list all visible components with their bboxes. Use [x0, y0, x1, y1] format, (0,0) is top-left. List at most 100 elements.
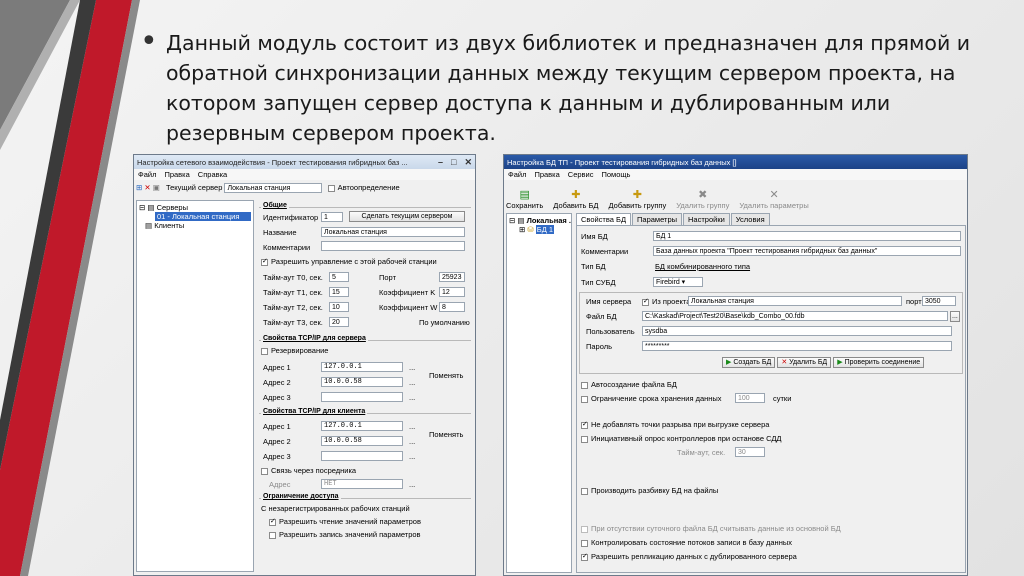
server-name-select[interactable]: Локальная станция: [688, 296, 902, 306]
control-streams-checkbox[interactable]: [581, 539, 588, 547]
tab-conditions[interactable]: Условия: [730, 213, 770, 225]
server-tree: ⊟ ▤ Серверы 01 - Локальная станция ▤ Кли…: [136, 200, 254, 572]
server-address1-browse[interactable]: ...: [409, 363, 415, 372]
field-label: Пользователь: [586, 327, 635, 336]
make-current-button[interactable]: Сделать текущим сервером: [349, 211, 465, 222]
port-field[interactable]: 25923: [439, 272, 465, 282]
client-address2-browse[interactable]: ...: [409, 437, 415, 446]
menu-help[interactable]: Справка: [198, 170, 227, 179]
maximize-icon[interactable]: □: [451, 157, 456, 168]
create-db-button[interactable]: ▶ Создать БД: [722, 357, 776, 368]
field-label: Инициативный опрос контроллеров при оста…: [581, 434, 782, 446]
t1-field[interactable]: 15: [329, 287, 349, 297]
read-from-main-checkbox[interactable]: [581, 525, 588, 533]
tab-parameters[interactable]: Параметры: [632, 213, 683, 225]
field-label: Пароль: [586, 342, 613, 351]
current-server-select[interactable]: Локальная станция: [224, 183, 323, 194]
client-address1-field[interactable]: 127.0.0.1: [321, 421, 403, 431]
client-address1-browse[interactable]: ...: [409, 422, 415, 431]
server-address1-field[interactable]: 127.0.0.1: [321, 362, 403, 372]
t2-field[interactable]: 10: [329, 302, 349, 312]
no-break-points-checkbox[interactable]: [581, 420, 588, 429]
comment-field[interactable]: [321, 241, 465, 251]
check-connection-button[interactable]: ▶ Проверить соединение: [833, 357, 925, 368]
menu-edit[interactable]: Правка: [534, 170, 559, 179]
name-field[interactable]: Локальная станция: [321, 227, 465, 237]
delete-db-button[interactable]: ✕ Удалить БД: [777, 357, 832, 368]
menu-edit[interactable]: Правка: [164, 170, 189, 179]
t3-field[interactable]: 20: [329, 317, 349, 327]
network-icon[interactable]: ⊞: [136, 183, 142, 192]
tab-db-properties[interactable]: Свойства БД: [576, 213, 632, 225]
proxy-address-browse[interactable]: ...: [409, 480, 415, 489]
client-swap-button[interactable]: Поменять: [429, 430, 463, 439]
close-icon[interactable]: ✕: [464, 157, 472, 168]
save-button[interactable]: ▤ Сохранить: [506, 188, 543, 210]
tab-settings[interactable]: Настройки: [683, 213, 730, 225]
db-type-link[interactable]: БД комбинированного типа: [655, 262, 750, 271]
server-address2-field[interactable]: 10.0.0.58: [321, 377, 403, 387]
allow-control-checkbox[interactable]: [261, 257, 268, 266]
server-address2-browse[interactable]: ...: [409, 378, 415, 387]
menu-help[interactable]: Помощь: [601, 170, 630, 179]
add-db-button[interactable]: ✚ Добавить БД: [553, 188, 598, 210]
field-label: Тайм-аут, сек.: [677, 448, 726, 457]
create-db-icon: ▶: [726, 359, 732, 366]
t0-field[interactable]: 5: [329, 272, 349, 282]
split-files-checkbox[interactable]: [581, 487, 588, 495]
w-field[interactable]: 8: [439, 302, 465, 312]
username-field[interactable]: sysdba: [642, 326, 952, 336]
field-label: Тайм-аут T0, сек.: [263, 273, 323, 282]
current-server-label: Текущий сервер: [165, 183, 223, 192]
id-field[interactable]: 1: [321, 212, 343, 222]
allow-read-checkbox[interactable]: [269, 517, 276, 526]
menu-file[interactable]: Файл: [508, 170, 526, 179]
retention-days-field[interactable]: 100: [735, 393, 765, 403]
days-label: сутки: [773, 394, 792, 403]
default-link[interactable]: По умолчанию: [419, 318, 470, 330]
proxy-address-field[interactable]: НЕТ: [321, 479, 403, 489]
db-name-field[interactable]: БД 1: [653, 231, 961, 241]
server-swap-button[interactable]: Поменять: [429, 371, 463, 380]
station-icon: ▤: [517, 216, 525, 225]
tree-item-clients[interactable]: ▤ Клиенты: [145, 221, 251, 230]
retention-limit-checkbox[interactable]: [581, 395, 588, 403]
client-address3-field[interactable]: [321, 451, 403, 461]
timeout-field[interactable]: 30: [735, 447, 765, 457]
autocreate-checkbox[interactable]: [581, 381, 588, 389]
auto-detect-checkbox[interactable]: [327, 184, 335, 192]
allow-replication-checkbox[interactable]: [581, 552, 588, 561]
server-address3-browse[interactable]: ...: [409, 393, 415, 402]
delete-icon[interactable]: ✕: [144, 183, 150, 192]
client-address2-field[interactable]: 10.0.0.58: [321, 436, 403, 446]
initiative-poll-checkbox[interactable]: [581, 435, 588, 443]
server-address3-field[interactable]: [321, 392, 403, 402]
delete-group-button[interactable]: ✖ Удалить группу: [676, 188, 729, 210]
delete-params-button[interactable]: ✕ Удалить параметры: [739, 188, 808, 210]
via-proxy-checkbox[interactable]: [261, 467, 268, 475]
minimize-icon[interactable]: –: [438, 157, 443, 168]
tree-item-local-station[interactable]: 01 - Локальная станция: [155, 212, 251, 221]
field-label: Название: [263, 228, 297, 237]
browse-file-button[interactable]: ...: [950, 311, 960, 322]
k-field[interactable]: 12: [439, 287, 465, 297]
tree-item-db1[interactable]: ⊞ ⛁ БД 1: [519, 225, 569, 234]
db-file-field[interactable]: C:\Kaskad\Project\Test20\Base\kdb_Combo_…: [642, 311, 948, 321]
field-label: Тип БД: [581, 262, 606, 271]
menu-file[interactable]: Файл: [138, 170, 156, 179]
add-group-button[interactable]: ✚ Добавить группу: [609, 188, 667, 210]
reserve-checkbox[interactable]: [261, 347, 268, 355]
tree-item-root[interactable]: ⊟ ▤ Локальная ...: [509, 216, 571, 225]
menu-service[interactable]: Сервис: [568, 170, 594, 179]
client-address3-browse[interactable]: ...: [409, 452, 415, 461]
dbms-select[interactable]: Firebird ▾: [653, 277, 703, 287]
save-icon[interactable]: ▣: [153, 183, 160, 192]
port-label: порт: [906, 297, 922, 306]
allow-write-checkbox[interactable]: [269, 531, 276, 539]
tree-item-servers[interactable]: ⊟ ▤ Серверы: [139, 203, 251, 212]
field-label: Адрес 1: [263, 363, 291, 372]
from-project-checkbox[interactable]: [642, 297, 649, 306]
port-field[interactable]: 3050: [922, 296, 956, 306]
password-field[interactable]: *********: [642, 341, 952, 351]
db-comment-field[interactable]: База данных проекта "Проект тестирования…: [653, 246, 961, 256]
